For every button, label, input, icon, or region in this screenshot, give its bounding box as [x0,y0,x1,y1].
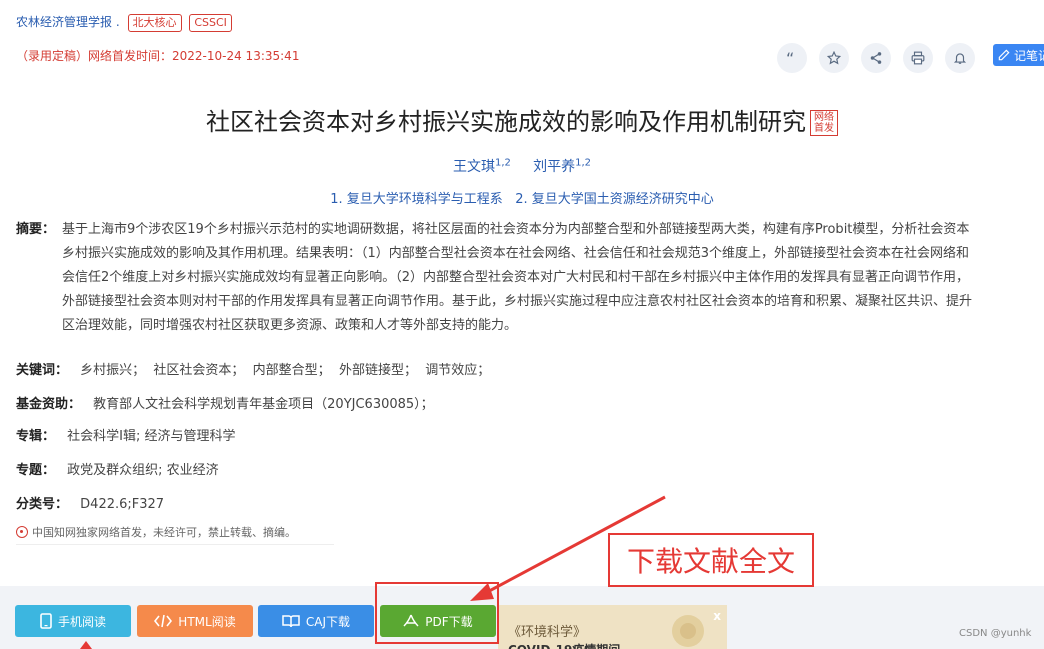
watermark: CSDN @yunhk [959,628,1032,639]
annotation-arrow [80,495,666,649]
annotation-callout: 下载文献全文 [608,533,814,587]
